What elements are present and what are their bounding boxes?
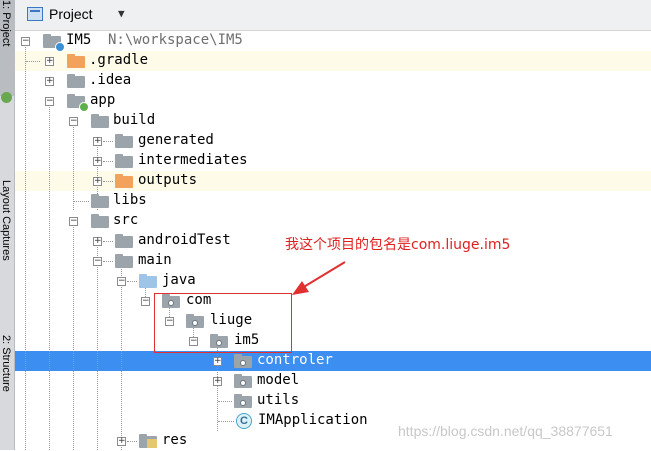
folder-icon xyxy=(67,74,85,88)
folder-icon xyxy=(115,234,133,248)
tree-row-intermediates[interactable]: + intermediates xyxy=(15,151,651,171)
side-tab-layout-captures[interactable]: Layout Captures xyxy=(0,180,14,300)
expand-toggle-icon[interactable]: + xyxy=(117,437,126,446)
tree-label: app xyxy=(90,92,116,108)
resource-folder-icon xyxy=(139,434,157,448)
tree-label: utils xyxy=(257,392,300,408)
collapse-toggle-icon[interactable]: − xyxy=(93,257,102,266)
tree-label: build xyxy=(113,112,156,128)
folder-icon xyxy=(115,174,133,188)
tree-label: main xyxy=(138,252,172,268)
tree-row-main[interactable]: − main xyxy=(15,251,651,271)
module-folder-icon xyxy=(67,94,89,112)
tree-row-libs[interactable]: libs xyxy=(15,191,651,211)
side-tab-structure[interactable]: 2: Structure xyxy=(0,335,14,435)
tree-row-com[interactable]: − com xyxy=(15,291,651,311)
tree-label: intermediates xyxy=(138,152,248,168)
tree-label: IMApplication xyxy=(258,412,368,428)
tree-label: androidTest xyxy=(138,232,231,248)
expand-toggle-icon[interactable]: + xyxy=(93,157,102,166)
package-icon xyxy=(234,374,252,388)
source-folder-icon xyxy=(139,274,157,288)
tree-label: IM5 xyxy=(66,32,92,48)
tree-row-java[interactable]: − java xyxy=(15,271,651,291)
tree-row-idea[interactable]: + .idea xyxy=(15,71,651,91)
module-folder-icon xyxy=(43,34,65,52)
tree-row-liuge[interactable]: − liuge xyxy=(15,311,651,331)
collapse-toggle-icon[interactable]: − xyxy=(117,277,126,286)
expand-toggle-icon[interactable]: + xyxy=(93,237,102,246)
tree-row-im5[interactable]: − im5 xyxy=(15,331,651,351)
project-view-title[interactable]: Project xyxy=(49,6,93,22)
tree-label: .gradle xyxy=(89,52,149,68)
annotation-highlight-box xyxy=(154,293,292,353)
expand-toggle-icon[interactable]: + xyxy=(93,137,102,146)
folder-icon xyxy=(91,114,109,128)
tree-label: generated xyxy=(138,132,214,148)
tree-label: src xyxy=(113,212,139,228)
collapse-toggle-icon[interactable]: − xyxy=(21,37,30,46)
side-tab-layout-captures-label: Layout Captures xyxy=(0,180,12,261)
tree-label: .idea xyxy=(89,72,132,88)
side-tab-structure-label: 2: Structure xyxy=(0,335,12,392)
watermark-text: https://blog.csdn.net/qq_38877651 xyxy=(398,423,613,439)
tool-window-sidebar: 1: Project Layout Captures 2: Structure xyxy=(0,0,15,450)
tree-row-model[interactable]: + model xyxy=(15,371,651,391)
tree-row-generated[interactable]: + generated xyxy=(15,131,651,151)
expand-toggle-icon[interactable]: + xyxy=(213,377,222,386)
collapse-toggle-icon[interactable]: − xyxy=(141,297,150,306)
tree-row-controler[interactable]: + controler xyxy=(15,351,651,371)
expand-toggle-icon[interactable]: + xyxy=(213,357,222,366)
folder-icon xyxy=(115,154,133,168)
folder-icon xyxy=(67,54,85,68)
tree-path: N:\workspace\IM5 xyxy=(108,32,243,48)
tree-row-outputs[interactable]: + outputs xyxy=(15,171,651,191)
chevron-down-icon[interactable]: ▼ xyxy=(118,7,125,20)
class-icon: C xyxy=(236,413,252,429)
tree-label: outputs xyxy=(138,172,198,188)
expand-toggle-icon[interactable]: + xyxy=(93,177,102,186)
package-icon xyxy=(234,394,252,408)
folder-icon xyxy=(115,134,133,148)
tree-row-app[interactable]: − app xyxy=(15,91,651,112)
tree-label: model xyxy=(257,372,300,388)
tree-row-src[interactable]: − src xyxy=(15,211,651,231)
tree-label: controler xyxy=(257,352,333,368)
collapse-toggle-icon[interactable]: − xyxy=(69,217,78,226)
side-tab-project-label: 1: Project xyxy=(0,0,12,47)
package-icon xyxy=(234,354,252,368)
tree-label: java xyxy=(162,272,196,288)
annotation-text: 我这个项目的包名是com.liuge.im5 xyxy=(285,237,511,253)
folder-icon xyxy=(115,254,133,268)
collapse-toggle-icon[interactable]: − xyxy=(69,117,78,126)
folder-icon xyxy=(91,194,109,208)
project-panel-header: Project ▼ xyxy=(15,0,651,31)
tree-row-im5-root[interactable]: − IM5 N:\workspace\IM5 xyxy=(15,31,651,52)
tree-label: res xyxy=(162,432,188,448)
expand-toggle-icon[interactable]: + xyxy=(45,77,54,86)
tree-row-build[interactable]: − build xyxy=(15,111,651,131)
folder-icon xyxy=(91,214,109,228)
tree-row-utils[interactable]: utils xyxy=(15,391,651,411)
collapse-toggle-icon[interactable]: − xyxy=(45,97,54,106)
android-icon xyxy=(1,92,12,103)
project-window-icon xyxy=(27,7,43,21)
tree-label: libs xyxy=(113,192,147,208)
tree-row-gradle[interactable]: + .gradle xyxy=(15,51,651,71)
side-tab-project[interactable]: 1: Project xyxy=(0,0,14,96)
expand-toggle-icon[interactable]: + xyxy=(45,57,54,66)
